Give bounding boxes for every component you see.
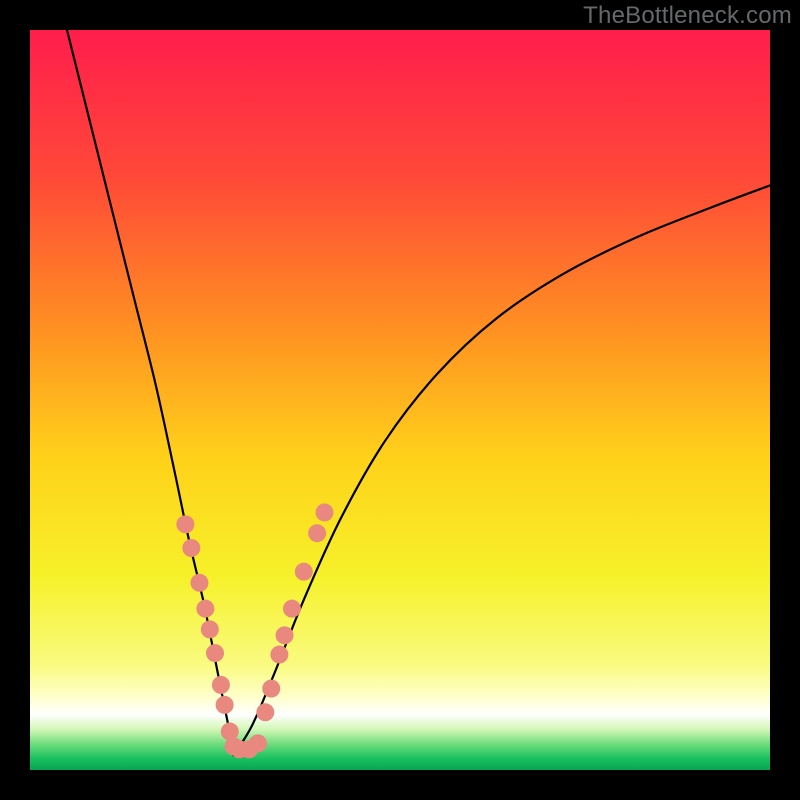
marker-dot	[176, 515, 194, 533]
marker-dot	[206, 644, 224, 662]
marker-dot	[256, 703, 274, 721]
marker-dot	[316, 503, 334, 521]
marker-dot	[262, 680, 280, 698]
plot-background	[30, 30, 770, 770]
marker-dot	[196, 600, 214, 618]
marker-dot	[270, 646, 288, 664]
marker-dot	[216, 696, 234, 714]
marker-dot	[276, 626, 294, 644]
marker-dot	[308, 524, 326, 542]
bottleneck-chart	[30, 30, 770, 770]
marker-dot	[201, 620, 219, 638]
marker-dot	[295, 563, 313, 581]
marker-dot	[249, 734, 267, 752]
chart-stage: TheBottleneck.com	[0, 0, 800, 800]
marker-dot	[190, 574, 208, 592]
watermark-text: TheBottleneck.com	[583, 2, 792, 30]
marker-dot	[182, 539, 200, 557]
marker-dot	[283, 600, 301, 618]
marker-dot	[212, 676, 230, 694]
